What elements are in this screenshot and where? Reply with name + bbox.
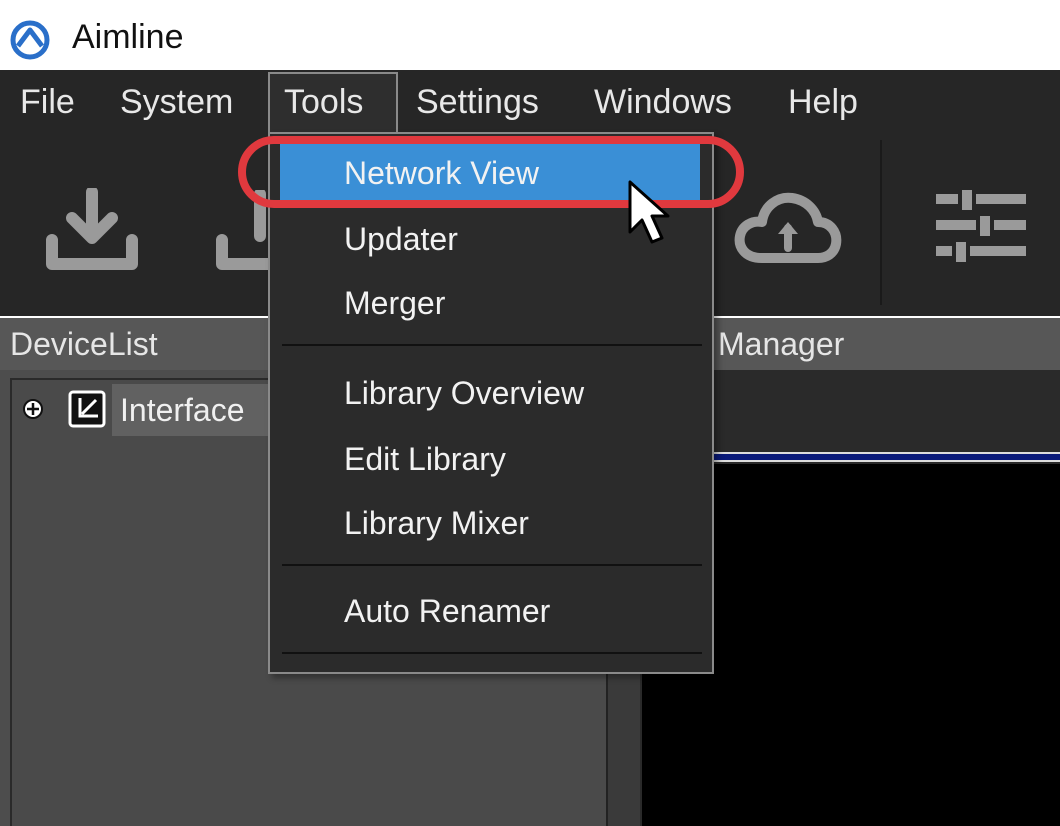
menu-windows[interactable]: Windows: [594, 80, 732, 124]
menu-tools[interactable]: Tools: [284, 80, 363, 124]
menuitem-merger[interactable]: Merger: [270, 274, 712, 332]
manager-title-strip: [712, 452, 1060, 462]
aimline-logo-icon: [10, 20, 50, 60]
menu-separator: [282, 652, 702, 654]
window-title: Aimline: [72, 18, 184, 56]
menu-separator: [282, 344, 702, 346]
cloud-upload-icon[interactable]: [734, 188, 842, 272]
devicelist-title: DeviceList: [10, 326, 158, 362]
menuitem-library-mixer[interactable]: Library Mixer: [270, 494, 712, 552]
title-bar: Aimline: [0, 0, 1060, 70]
mouse-pointer-icon: [624, 178, 674, 248]
menu-help[interactable]: Help: [788, 80, 858, 124]
menu-separator: [282, 564, 702, 566]
sliders-icon[interactable]: [936, 190, 1026, 266]
menu-settings[interactable]: Settings: [416, 80, 539, 124]
tree-item-interface[interactable]: Interface: [120, 388, 245, 432]
menu-system[interactable]: System: [120, 80, 233, 124]
menuitem-auto-renamer[interactable]: Auto Renamer: [270, 582, 712, 640]
download-icon[interactable]: [44, 188, 140, 272]
menu-file[interactable]: File: [20, 80, 75, 124]
expand-plus-icon[interactable]: [22, 398, 44, 420]
interface-device-icon: [68, 390, 106, 428]
menuitem-edit-library[interactable]: Edit Library: [270, 430, 712, 488]
menuitem-library-overview[interactable]: Library Overview: [270, 364, 712, 422]
toolbar-divider: [880, 140, 882, 305]
manager-title: Manager: [718, 326, 845, 362]
